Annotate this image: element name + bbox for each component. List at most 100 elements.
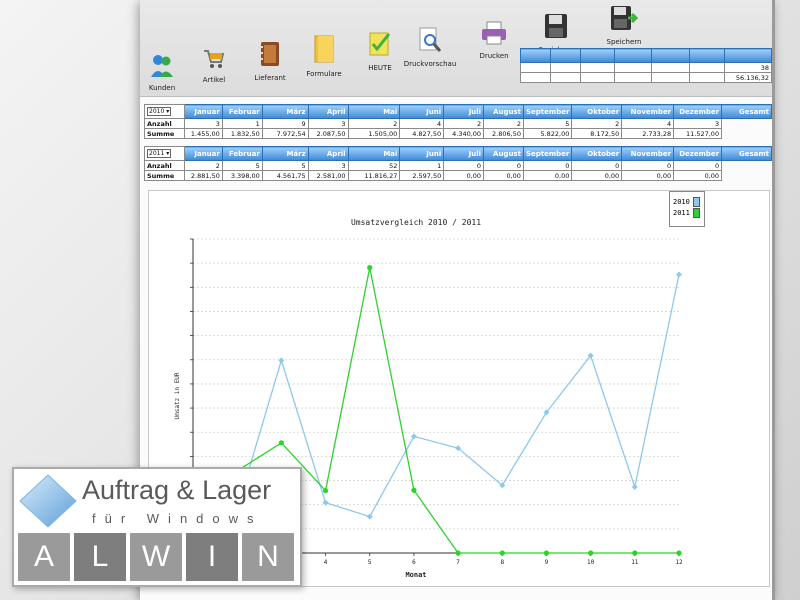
- data-point-2011: [322, 488, 329, 494]
- table-cell: [650, 72, 690, 83]
- column-header: September: [522, 104, 573, 119]
- table-cell: 52: [347, 160, 401, 171]
- table-row: Anzahl 2 5 5 3 52 1 0 0 0 0 0 0: [144, 160, 772, 171]
- year-select-value: 2010: [149, 108, 165, 115]
- column-header: [724, 48, 772, 63]
- column-header: Juni: [399, 146, 445, 161]
- table-cell: 0: [673, 160, 723, 171]
- table-cell: 0,00: [443, 170, 485, 181]
- data-point-2011: [455, 550, 461, 556]
- table-cell: 0,00: [571, 170, 623, 181]
- table-cell: [650, 62, 690, 73]
- table-cell: 3.398,00: [221, 170, 263, 181]
- table-cell: 2: [571, 118, 623, 129]
- table-cell: [613, 72, 652, 83]
- toolbar-button-label: Kunden: [148, 84, 176, 92]
- data-point-2011: [278, 440, 284, 446]
- x-tick-label: 10: [587, 559, 595, 566]
- table-cell: 2.087,50: [307, 128, 349, 139]
- row-label: [520, 62, 551, 73]
- table-cell: 8.172,50: [571, 128, 623, 139]
- table-cell: 2: [347, 118, 401, 129]
- table-cell: 2.881,50: [183, 170, 223, 181]
- column-header: August: [483, 104, 524, 119]
- table-cell: [613, 62, 652, 73]
- table-cell: 1: [399, 160, 445, 171]
- chart-title: Umsatzvergleich 2010 / 2011: [351, 218, 481, 227]
- table-cell: 2.806,50: [483, 128, 524, 139]
- table-cell: 3: [183, 118, 223, 129]
- data-point-2011: [543, 550, 550, 556]
- table-cell: 0,00: [522, 170, 573, 181]
- table-cell: 1.832,50: [221, 128, 263, 139]
- column-header: November: [621, 146, 675, 161]
- logo-letter: I: [186, 533, 238, 581]
- legend-swatch: [692, 208, 700, 218]
- table-row: Anzahl 3 1 9 3 2 4 2 2 5 2 4 3: [144, 118, 772, 129]
- column-header: September: [522, 146, 573, 161]
- table-cell: 38: [724, 62, 772, 73]
- data-point-2010: [631, 483, 638, 490]
- x-tick-label: 9: [545, 559, 549, 566]
- table-cell: 11.527,00: [673, 128, 723, 139]
- toolbar-button-speichern-2[interactable]: Speichern: [586, 4, 662, 46]
- alwin-logo: Auftrag & Lager für Windows ALWIN: [12, 467, 302, 587]
- statistics-table-2010: 2010 ▾ Januar Februar März April Mai Juni Juli A…: [144, 104, 772, 139]
- table-cell: [549, 72, 581, 83]
- table-cell: 4.561,75: [261, 170, 309, 181]
- column-header: Dezember: [673, 104, 723, 119]
- table-cell: 4.827,50: [399, 128, 445, 139]
- table-cell: 3: [307, 118, 349, 129]
- column-header: [613, 48, 652, 63]
- table-cell: 1: [221, 118, 263, 129]
- chevron-down-icon: ▾: [164, 108, 170, 115]
- table-cell: 4: [621, 118, 675, 129]
- column-header: Gesamt: [721, 104, 772, 119]
- table-row: Summe 2.881,50 3.398,00 4.561,75 2.581,00 11.…: [144, 170, 772, 181]
- table-cell: 0,00: [673, 170, 723, 181]
- year-select-cell: 2011 ▾: [144, 146, 185, 161]
- x-axis-label: Monat: [405, 571, 426, 579]
- column-header: März: [261, 104, 309, 119]
- column-header: August: [483, 146, 524, 161]
- x-tick-label: 6: [412, 559, 416, 566]
- table-cell: [579, 62, 615, 73]
- column-header: [579, 48, 615, 63]
- table-cell: 0,00: [483, 170, 524, 181]
- x-tick-label: 12: [675, 559, 683, 566]
- column-header: Januar: [183, 104, 223, 119]
- chevron-down-icon: ▾: [164, 150, 170, 157]
- column-header: Oktober: [571, 146, 623, 161]
- column-header: Oktober: [571, 104, 623, 119]
- column-header: April: [307, 146, 349, 161]
- data-point-2010: [410, 433, 417, 440]
- logo-letter: N: [242, 533, 294, 581]
- table-cell: [549, 62, 581, 73]
- statistics-table-2011: 2011 ▾ Januar Februar März April Mai Juni Juli A…: [144, 146, 772, 181]
- legend-swatch: [692, 197, 700, 207]
- table-cell: 3: [307, 160, 349, 171]
- table-row: 56.136,32: [520, 72, 772, 83]
- column-header: [688, 48, 726, 63]
- x-tick-label: 5: [368, 559, 372, 566]
- column-header: [650, 48, 690, 63]
- table-cell: 2.581,00: [307, 170, 349, 181]
- column-header: April: [307, 104, 349, 119]
- table-cell: 4.340,00: [443, 128, 485, 139]
- table-cell: 2: [443, 118, 485, 129]
- table-cell: 2: [183, 160, 223, 171]
- year-select[interactable]: 2010 ▾: [147, 107, 172, 116]
- data-point-2010: [676, 271, 682, 278]
- table-cell: 1.505,00: [347, 128, 401, 139]
- column-header: März: [261, 146, 309, 161]
- year-select[interactable]: 2011 ▾: [147, 149, 172, 158]
- table-cell: 56.136,32: [724, 72, 772, 83]
- toolbar-button-label: Speichern: [606, 38, 642, 46]
- table-cell: [688, 72, 726, 83]
- table-cell: 7.972,54: [261, 128, 309, 139]
- table-cell: 2.597,50: [399, 170, 445, 181]
- table-cell: 3: [673, 118, 723, 129]
- column-header: [549, 48, 581, 63]
- column-header: Gesamt: [721, 146, 772, 161]
- toolbar-button-label: Druckvorschau: [403, 60, 457, 68]
